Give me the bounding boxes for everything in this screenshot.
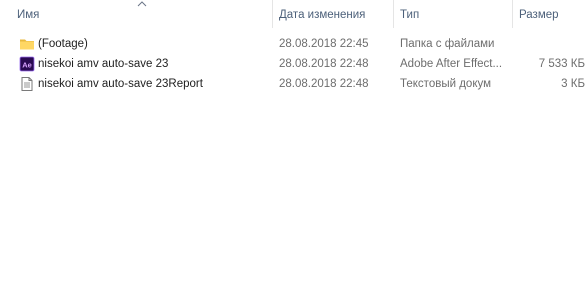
- file-size: 7 533 КБ: [538, 58, 585, 70]
- file-date-modified: 28.08.2018 22:48: [279, 58, 369, 70]
- column-header-date[interactable]: Дата изменения: [273, 0, 393, 28]
- file-row[interactable]: Ae nisekoi amv auto-save 23 28.08.2018 2…: [0, 54, 587, 74]
- text-document-icon: [21, 77, 33, 91]
- column-header-size[interactable]: Размер: [513, 0, 587, 28]
- file-name: (Footage): [38, 38, 88, 50]
- file-name: nisekoi amv auto-save 23Report: [38, 78, 203, 90]
- column-header-row: Имя Дата изменения Тип Размер: [0, 0, 587, 28]
- column-header-type-label: Тип: [400, 9, 420, 21]
- column-header-name[interactable]: Имя: [0, 0, 272, 28]
- file-list: (Footage) 28.08.2018 22:45 Папка с файла…: [0, 34, 587, 94]
- file-size: 3 КБ: [561, 78, 585, 90]
- file-name: nisekoi amv auto-save 23: [38, 58, 169, 70]
- file-date-modified: 28.08.2018 22:48: [279, 78, 369, 90]
- file-explorer-list-view: Имя Дата изменения Тип Размер (Footage) …: [0, 0, 587, 286]
- file-type: Adobe After Effect...: [400, 58, 503, 70]
- column-header-type[interactable]: Тип: [394, 0, 512, 28]
- file-date-modified: 28.08.2018 22:45: [279, 38, 369, 50]
- column-header-date-label: Дата изменения: [279, 9, 366, 21]
- file-type: Папка с файлами: [400, 38, 495, 50]
- file-row[interactable]: (Footage) 28.08.2018 22:45 Папка с файла…: [0, 34, 587, 54]
- folder-icon: [20, 39, 34, 50]
- file-row[interactable]: nisekoi amv auto-save 23Report 28.08.201…: [0, 74, 587, 94]
- svg-text:Ae: Ae: [22, 60, 32, 69]
- after-effects-icon: Ae: [19, 56, 35, 72]
- column-header-size-label: Размер: [519, 9, 559, 21]
- column-header-name-label: Имя: [17, 9, 40, 21]
- file-size: [516, 34, 585, 54]
- file-type: Текстовый докум: [400, 78, 492, 90]
